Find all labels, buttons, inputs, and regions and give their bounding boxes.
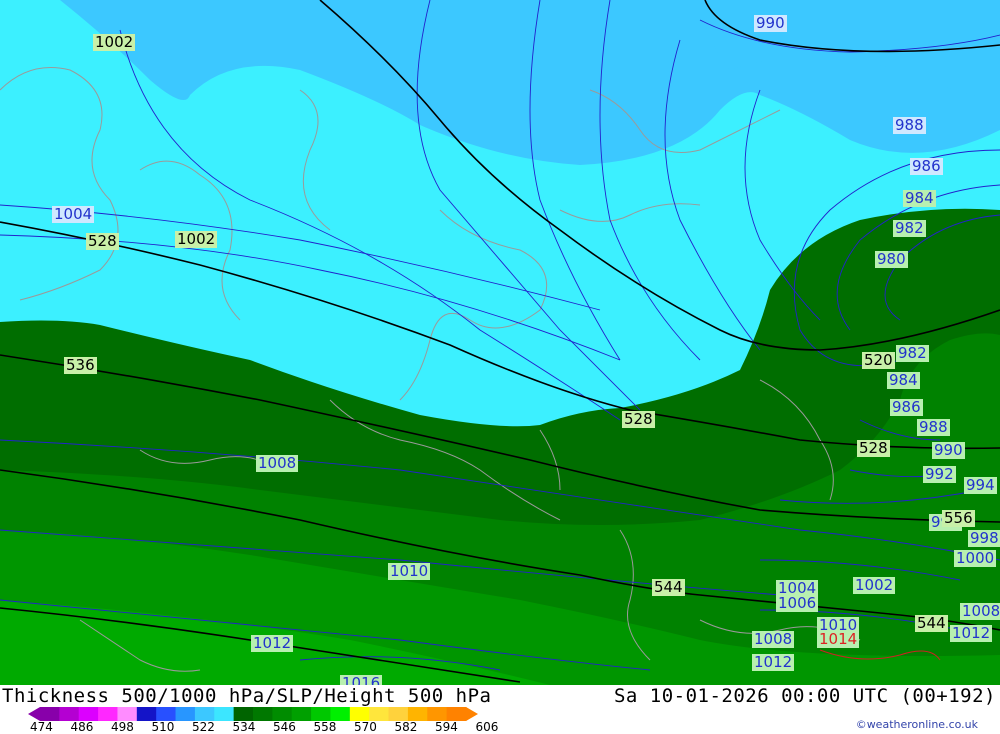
- thickness-label: 520: [862, 351, 895, 369]
- isobar-label: 1012: [251, 634, 294, 652]
- footer: Thickness 500/1000 hPa/SLP/Height 500 hP…: [0, 685, 1000, 734]
- legend-swatch: [233, 707, 254, 721]
- thickness-label: 528: [622, 410, 655, 428]
- legend-swatch: [349, 707, 370, 721]
- isobar-label: 998: [968, 529, 1000, 547]
- legend-tick-label: 534: [232, 720, 256, 734]
- legend-arrow-right: [466, 707, 478, 721]
- isobar-label: 986: [890, 398, 923, 416]
- legend-swatch: [369, 707, 390, 721]
- legend-swatch: [59, 707, 80, 721]
- isobar-label: 1004: [52, 205, 95, 223]
- legend-swatch: [136, 707, 157, 721]
- map-title: Thickness 500/1000 hPa/SLP/Height 500 hP…: [2, 685, 492, 707]
- legend-tick-label: 498: [111, 720, 134, 734]
- thickness-label: 528: [86, 232, 119, 250]
- color-legend: [28, 707, 478, 721]
- legend-swatch: [253, 707, 273, 721]
- legend-swatch: [311, 707, 331, 721]
- credit-link[interactable]: ©weatheronline.co.uk: [856, 718, 978, 731]
- legend-tick-label: 486: [70, 720, 94, 734]
- legend-swatch: [175, 707, 196, 721]
- isobar-label: 1012: [752, 653, 795, 671]
- legend-tick-label: 570: [354, 720, 377, 734]
- legend-swatch: [427, 707, 448, 721]
- isobar-label: 1016: [340, 675, 383, 685]
- isobar-label: 1006: [776, 594, 819, 612]
- legend-swatch: [40, 707, 60, 721]
- legend-tick-label: 606: [475, 720, 499, 734]
- thickness-label: 544: [652, 578, 685, 596]
- isobar-label: 982: [893, 219, 926, 237]
- isobar-label: 990: [754, 14, 787, 32]
- isobar-label: 1010: [388, 562, 431, 580]
- isobar-label: 1002: [93, 33, 136, 51]
- isobar-label: 1012: [950, 624, 993, 642]
- legend-tick-label: 546: [273, 720, 296, 734]
- legend-swatch: [78, 707, 99, 721]
- thickness-label: 528: [857, 439, 890, 457]
- isobar-label: 992: [923, 465, 956, 483]
- isobar-label: 984: [887, 371, 920, 389]
- legend-swatch: [98, 707, 118, 721]
- forecast-time: Sa 10-01-2026 00:00 UTC (00+192): [613, 685, 996, 707]
- legend-swatch: [272, 707, 293, 721]
- isobar-label: 1008: [752, 630, 795, 648]
- weather-map: [0, 0, 1000, 685]
- legend-arrow-left: [28, 707, 40, 721]
- thickness-label: 544: [915, 614, 948, 632]
- legend-swatch: [388, 707, 409, 721]
- legend-swatch: [407, 707, 428, 721]
- legend-swatch: [156, 707, 177, 721]
- isobar-label: 982: [896, 344, 929, 362]
- legend-swatch: [117, 707, 138, 721]
- legend-tick-label: 594: [435, 720, 458, 734]
- legend-tick-label: 474: [30, 720, 53, 734]
- isobar-label: 1008: [256, 454, 299, 472]
- isobar-label: 1002: [175, 230, 218, 248]
- legend-tick-label: 582: [394, 720, 418, 734]
- isobar-label: 994: [964, 476, 997, 494]
- legend-tick-label: 510: [151, 720, 175, 734]
- isobar-label: 986: [910, 157, 943, 175]
- legend-tick-label: 522: [192, 720, 215, 734]
- legend-swatch: [194, 707, 215, 721]
- isobar-label: 988: [917, 418, 950, 436]
- thickness-label: 536: [64, 356, 97, 374]
- legend-swatch: [330, 707, 351, 721]
- legend-swatch: [214, 707, 235, 721]
- isobar-label: 980: [875, 250, 908, 268]
- thickness-label: 556: [942, 509, 975, 527]
- legend-swatch: [446, 707, 467, 721]
- isobar-label: 990: [932, 441, 965, 459]
- isobar-label: 984: [903, 189, 936, 207]
- isobar-label: 1002: [853, 576, 896, 594]
- isobar-label: 988: [893, 116, 926, 134]
- isobar-label: 1000: [954, 549, 997, 567]
- legend-swatch: [291, 707, 312, 721]
- legend-tick-label: 558: [313, 720, 337, 734]
- isobar-label: 1008: [960, 603, 1000, 620]
- isobar-label: 1014: [817, 630, 860, 648]
